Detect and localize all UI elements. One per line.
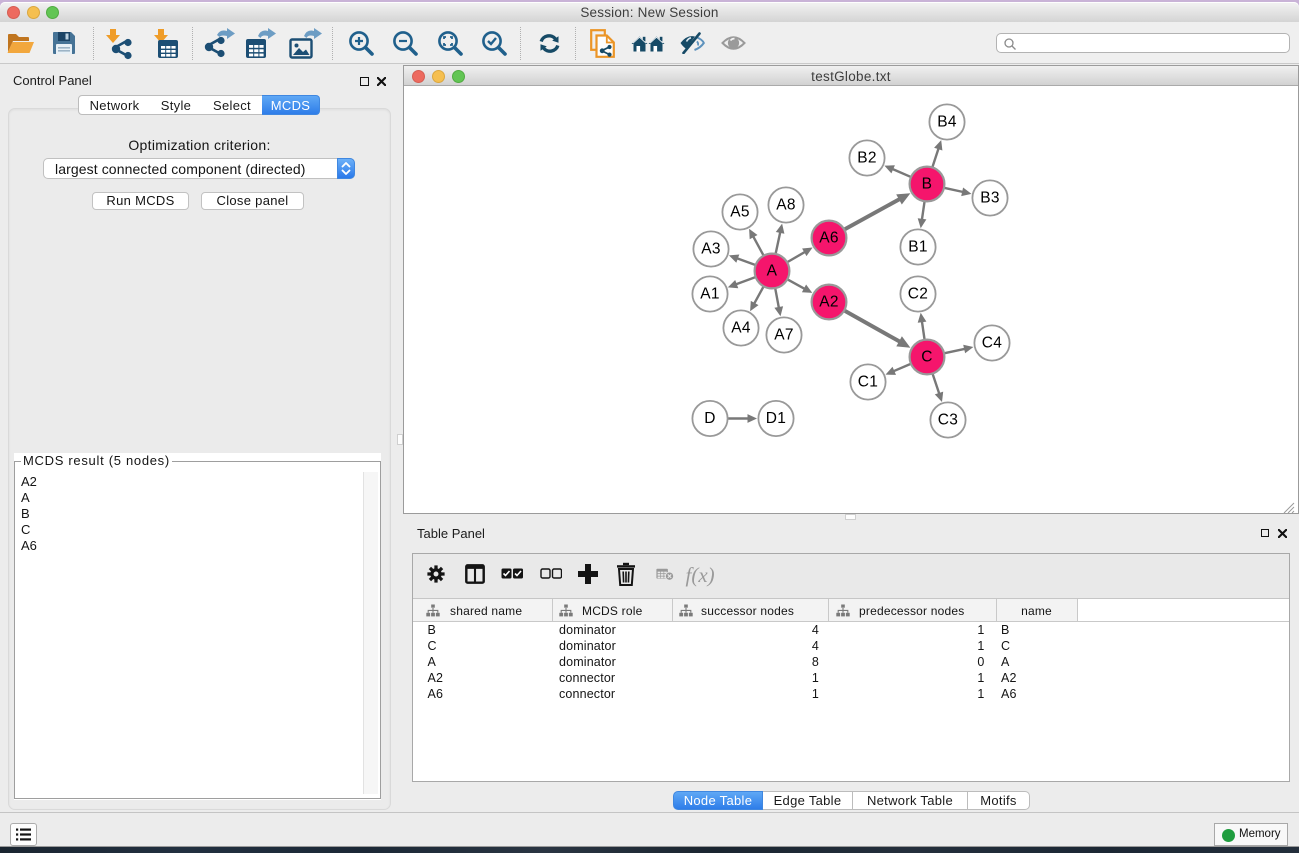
svg-text:A6: A6 [819,230,839,247]
svg-text:A2: A2 [819,294,839,311]
svg-text:C3: C3 [938,412,958,429]
svg-text:A5: A5 [730,204,750,221]
svg-text:B2: B2 [857,150,877,167]
svg-text:A: A [767,263,778,280]
svg-text:C4: C4 [982,335,1002,352]
svg-text:A7: A7 [774,327,794,344]
svg-text:C2: C2 [908,286,928,303]
svg-text:A1: A1 [700,286,720,303]
svg-text:C: C [921,349,933,366]
svg-text:A4: A4 [731,320,751,337]
svg-text:A8: A8 [776,197,796,214]
svg-text:D: D [704,410,716,427]
svg-text:D1: D1 [766,410,786,427]
svg-text:B4: B4 [937,114,957,131]
svg-text:B3: B3 [980,190,1000,207]
svg-text:B: B [922,176,933,193]
svg-text:C1: C1 [858,374,878,391]
svg-text:A3: A3 [701,241,721,258]
svg-text:B1: B1 [908,239,928,256]
